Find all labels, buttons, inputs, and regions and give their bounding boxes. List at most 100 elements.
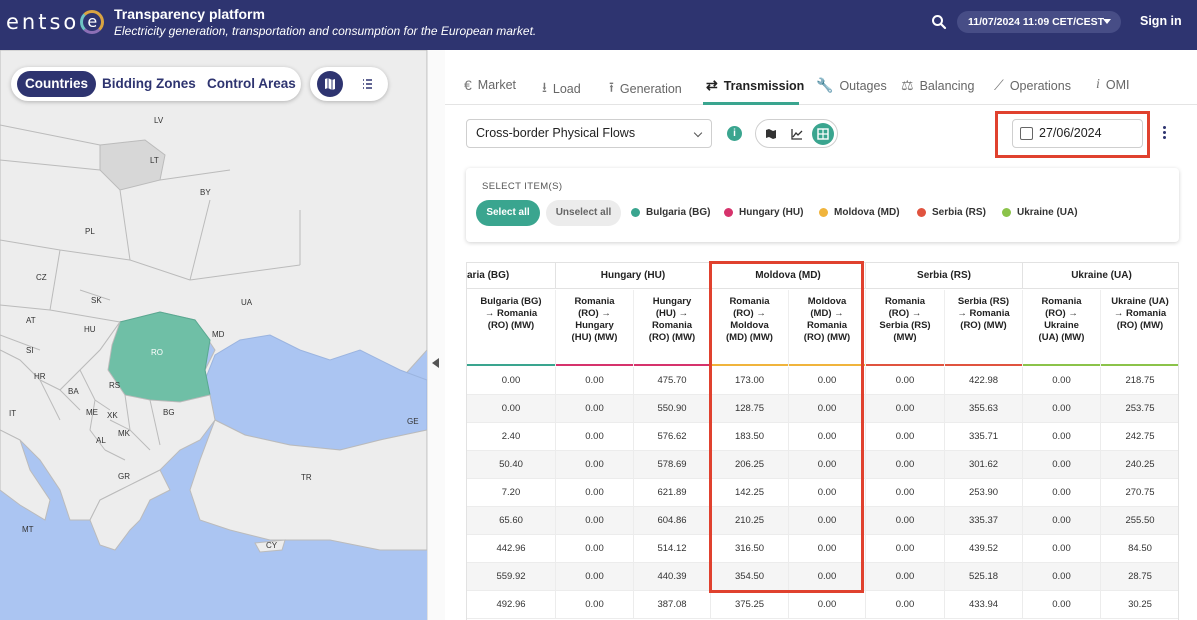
display-mode-toggle xyxy=(755,119,838,148)
table-cell: 253.75 xyxy=(1101,395,1178,423)
map-label-gr: GR xyxy=(118,472,130,481)
table-cell: 0.00 xyxy=(556,507,634,535)
entsoe-logo[interactable]: entso e xyxy=(6,8,105,36)
table-mode-button[interactable] xyxy=(812,123,834,145)
table-cell: 2.40 xyxy=(467,423,556,451)
more-vertical-icon[interactable] xyxy=(1163,126,1167,141)
table-cell: 355.63 xyxy=(945,395,1023,423)
map-label-mk: MK xyxy=(118,429,130,438)
collapse-left-icon[interactable] xyxy=(432,358,439,368)
column-header-label: Hungary (HU) → Romania (RO) (MW) xyxy=(648,296,696,343)
tab-market[interactable]: € Market xyxy=(464,77,516,93)
map-label-lv: LV xyxy=(154,116,164,125)
legend-dot xyxy=(1002,208,1011,217)
tab-countries[interactable]: Countries xyxy=(17,71,97,97)
table-row[interactable]: 0.00 0.00 475.70 173.00 0.00 0.00 422.98 0.00 21… xyxy=(467,367,1178,395)
table-cell: 442.96 xyxy=(467,535,556,563)
table-row[interactable]: 50.40 0.00 578.69 206.25 0.00 0.00 301.62 0.00 2… xyxy=(467,451,1178,479)
table-cell: 0.00 xyxy=(1023,535,1101,563)
table-cell: 576.62 xyxy=(634,423,711,451)
select-all-button[interactable]: Select all xyxy=(476,200,540,226)
column-header-label: Bulgaria (BG) → Romania (RO) (MW) xyxy=(480,296,542,331)
tab-omi[interactable]: i OMI xyxy=(1096,77,1130,93)
map-label-mt: MT xyxy=(22,525,34,534)
search-icon[interactable] xyxy=(930,13,948,31)
tab-outages[interactable]: 🔧 Outages xyxy=(816,77,887,94)
column-header-label: Romania (RO) → Ukraine (UA) (MW) xyxy=(1038,296,1085,343)
panel-divider[interactable] xyxy=(427,50,445,620)
table-row[interactable]: 559.92 0.00 440.39 354.50 0.00 0.00 525.18 0.00… xyxy=(467,563,1178,591)
tab-balancing[interactable]: ⚖ Balancing xyxy=(901,77,974,94)
table-cell: 475.70 xyxy=(634,367,711,395)
map-label-al: AL xyxy=(96,436,106,445)
map-label-ba: BA xyxy=(68,387,79,396)
country-ro xyxy=(107,311,211,403)
table-cell: 439.52 xyxy=(945,535,1023,563)
column-header-label: Romania (RO) → Hungary (HU) (MW) xyxy=(571,296,618,343)
table-cell: 0.00 xyxy=(789,451,866,479)
tab-transmission[interactable]: ⇄ Transmission xyxy=(706,77,804,94)
unselect-all-button[interactable]: Unselect all xyxy=(546,200,621,226)
table-row[interactable]: 7.20 0.00 621.89 142.25 0.00 0.00 253.90 0.00 27… xyxy=(467,479,1178,507)
map-label-cz: CZ xyxy=(36,273,47,282)
table-row[interactable]: 2.40 0.00 576.62 183.50 0.00 0.00 335.71 0.00 24… xyxy=(467,423,1178,451)
table-cell: 183.50 xyxy=(711,423,789,451)
platform-title: Transparency platform xyxy=(114,6,265,22)
table-group-header-row: aria (BG) Hungary (HU) Moldova (MD) Serb… xyxy=(467,263,1178,289)
tab-operations[interactable]: ⟋ Operations xyxy=(994,77,1071,94)
legend-item-ua[interactable]: Ukraine (UA) xyxy=(1002,207,1078,218)
tab-bidding-zones[interactable]: Bidding Zones xyxy=(102,71,196,97)
table-row[interactable]: 492.96 0.00 387.08 375.25 0.00 0.00 433.94 0.00… xyxy=(467,591,1178,619)
legend-dot xyxy=(819,208,828,217)
dataset-select-value: Cross-border Physical Flows xyxy=(476,126,636,140)
tab-market-label: Market xyxy=(477,78,516,92)
area-type-tabs: Countries Bidding Zones Control Areas xyxy=(11,67,301,101)
table-cell: 7.20 xyxy=(467,479,556,507)
date-picker[interactable]: 27/06/2024 xyxy=(1012,119,1143,148)
legend-item-hu[interactable]: Hungary (HU) xyxy=(724,207,803,218)
table-cell: 335.37 xyxy=(945,507,1023,535)
table-cell: 30.25 xyxy=(1101,591,1178,619)
table-row[interactable]: 65.60 0.00 604.86 210.25 0.00 0.00 335.37 0.00 2… xyxy=(467,507,1178,535)
legend-item-rs[interactable]: Serbia (RS) xyxy=(917,207,986,218)
table-cell: 84.50 xyxy=(1101,535,1178,563)
list-view-button[interactable] xyxy=(354,71,380,97)
column-header: Romania (RO) → Ukraine (UA) (MW) xyxy=(1023,290,1101,366)
map-label-ge: GE xyxy=(407,417,419,426)
table-cell: 0.00 xyxy=(789,367,866,395)
table-cell: 0.00 xyxy=(1023,591,1101,619)
flows-table[interactable]: aria (BG) Hungary (HU) Moldova (MD) Serb… xyxy=(466,262,1179,620)
tab-generation[interactable]: ⭱ Generation xyxy=(609,77,682,101)
tab-load[interactable]: ⭳ Load xyxy=(542,77,581,101)
column-color-bar xyxy=(556,364,633,366)
table-row[interactable]: 0.00 0.00 550.90 128.75 0.00 0.00 355.63 0.00 25… xyxy=(467,395,1178,423)
column-color-bar xyxy=(634,364,710,366)
top-bar: entso e Transparency platform Electricit… xyxy=(0,0,1197,50)
chart-mode-button[interactable] xyxy=(786,123,808,145)
wrench-icon: 🔧 xyxy=(816,77,834,93)
timezone-datetime-dropdown[interactable]: 11/07/2024 11:09 CET/CEST xyxy=(957,11,1121,33)
map-icon xyxy=(766,129,776,139)
group-header-hu: Hungary (HU) xyxy=(556,263,711,289)
table-cell: 0.00 xyxy=(556,367,634,395)
table-cell: 0.00 xyxy=(789,395,866,423)
map-panel[interactable]: Countries Bidding Zones Control Areas LV… xyxy=(0,50,427,620)
table-cell: 525.18 xyxy=(945,563,1023,591)
table-row[interactable]: 442.96 0.00 514.12 316.50 0.00 0.00 439.52 0.00… xyxy=(467,535,1178,563)
column-header: Romania (RO) → Moldova (MD) (MW) xyxy=(711,290,789,366)
legend-label: Moldova (MD) xyxy=(834,207,900,218)
group-header-bg: aria (BG) xyxy=(467,263,556,289)
map-label-by: BY xyxy=(200,188,211,197)
active-tab-indicator xyxy=(703,102,799,105)
dataset-select[interactable]: Cross-border Physical Flows xyxy=(466,119,712,148)
sign-in-link[interactable]: Sign in xyxy=(1140,14,1182,28)
tab-control-areas[interactable]: Control Areas xyxy=(207,71,296,97)
table-cell: 0.00 xyxy=(866,591,945,619)
legend-item-md[interactable]: Moldova (MD) xyxy=(819,207,900,218)
legend-item-bg[interactable]: Bulgaria (BG) xyxy=(631,207,710,218)
map-mode-button[interactable] xyxy=(760,123,782,145)
map-view-button[interactable] xyxy=(317,71,343,97)
tab-omi-label: OMI xyxy=(1105,78,1130,92)
group-header-md: Moldova (MD) xyxy=(711,263,866,289)
info-icon[interactable]: i xyxy=(727,126,742,141)
